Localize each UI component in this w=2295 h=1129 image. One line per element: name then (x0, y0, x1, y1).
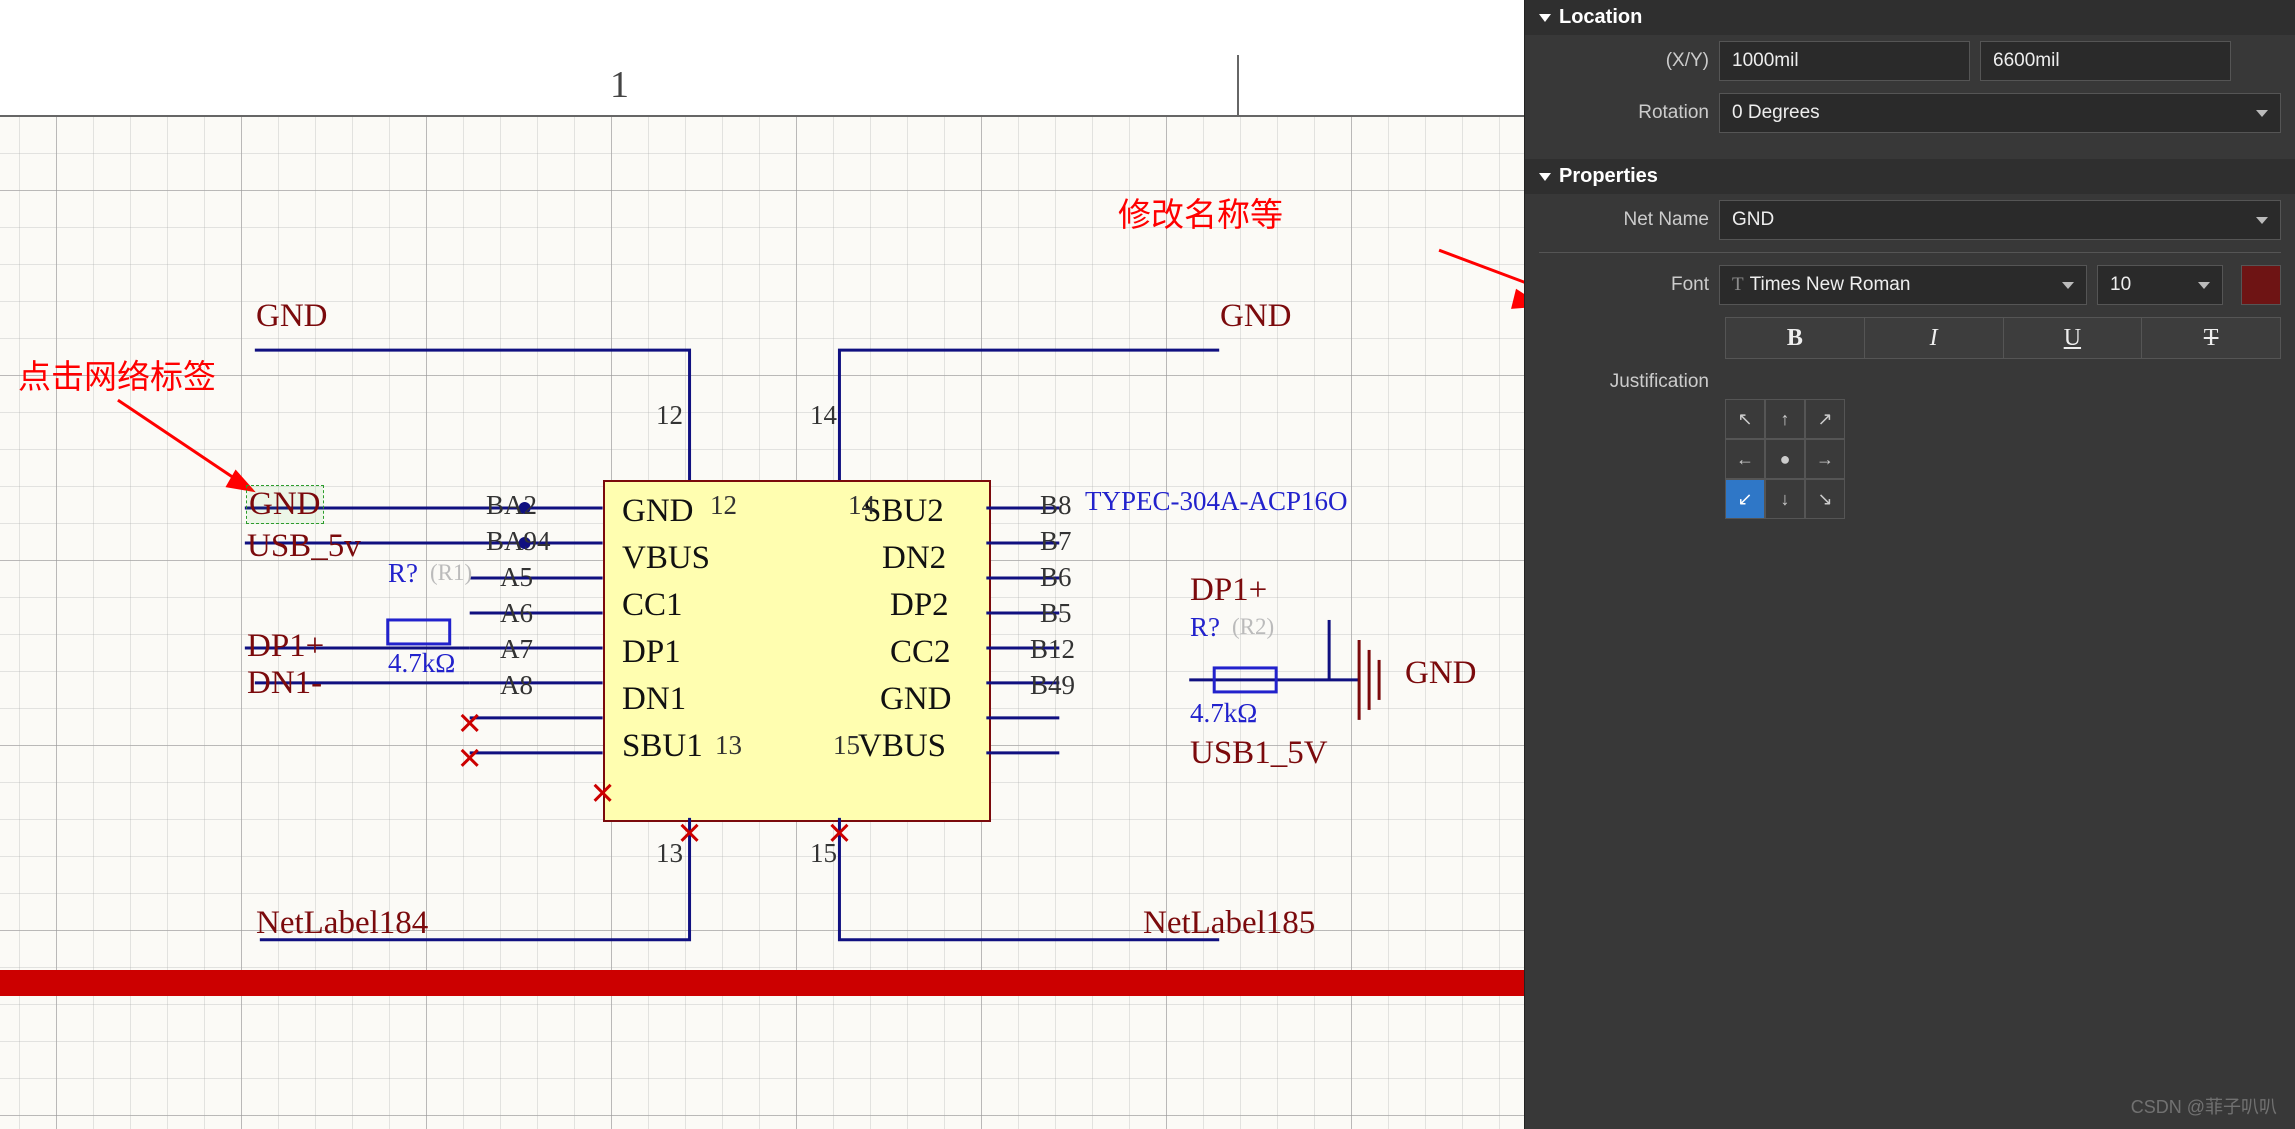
justify-bc[interactable]: ↓ (1765, 479, 1805, 519)
netlabel-185[interactable]: NetLabel185 (1143, 905, 1315, 942)
pin-top-14: 14 (810, 400, 837, 431)
annotation-click-label: 点击网络标签 (18, 350, 216, 398)
netlabel-gnd-sym[interactable]: GND (1405, 655, 1477, 692)
ic-pin-dp2: DP2 (890, 587, 949, 624)
justify-tc[interactable]: ↑ (1765, 399, 1805, 439)
pin-b6: B6 (1040, 562, 1072, 593)
watermark: CSDN @菲子叭叭 (2131, 1093, 2277, 1119)
netlabel-dp1-plus[interactable]: DP1+ (247, 628, 324, 665)
netlabel-dn1-minus[interactable]: DN1- (247, 665, 322, 702)
justify-ml[interactable]: ← (1725, 439, 1765, 479)
dropdown-font-size[interactable]: 10 (2097, 265, 2223, 305)
netlabel-usb1-5v[interactable]: USB1_5V (1190, 735, 1328, 772)
r2-alt: (R2) (1232, 614, 1274, 640)
justify-tl[interactable]: ↖ (1725, 399, 1765, 439)
inner-13: 13 (715, 730, 742, 761)
ic-pin-cc1: CC1 (622, 587, 683, 624)
ic-pin-gnd: GND (622, 493, 694, 530)
annotation-modify-name: 修改名称等 (1118, 188, 1283, 236)
netlabel-usb-5v[interactable]: USB_5v (247, 528, 361, 565)
underline-button[interactable]: U (2004, 317, 2143, 359)
input-x[interactable]: 1000mil (1719, 41, 1970, 81)
caret-down-icon (1539, 173, 1551, 181)
netlabel-dp1-plus-r[interactable]: DP1+ (1190, 572, 1267, 609)
pin-ba2: BA2 (486, 490, 537, 521)
pin-bot-15: 15 (810, 838, 837, 869)
justify-br[interactable]: ↘ (1805, 479, 1845, 519)
pin-b49: B49 (1030, 670, 1075, 701)
pin-b8: B8 (1040, 490, 1072, 521)
pin-b12: B12 (1030, 634, 1075, 665)
inner-15: 15 (833, 730, 860, 761)
ic-pin-dp1: DP1 (622, 634, 681, 671)
pin-top-12: 12 (656, 400, 683, 431)
font-icon: T (1732, 274, 1744, 295)
label-rotation: Rotation (1539, 102, 1709, 124)
ic-pin-cc2: CC2 (890, 634, 951, 671)
label-justification: Justification (1539, 371, 1709, 393)
format-button-row: B I U T (1725, 317, 2281, 359)
ic-pin-gnd-r: GND (880, 681, 952, 718)
italic-button[interactable]: I (1865, 317, 2004, 359)
sheet-border-bottom-bar (0, 970, 1524, 996)
divider (1539, 252, 2281, 253)
justify-bl[interactable]: ↙ (1725, 479, 1765, 519)
section-header-properties[interactable]: Properties (1525, 159, 2295, 194)
netlabel-184[interactable]: NetLabel184 (256, 905, 428, 942)
pin-a5: A5 (500, 562, 533, 593)
label-xy: (X/Y) (1539, 50, 1709, 72)
r2-ref[interactable]: R? (1190, 612, 1220, 643)
strike-button[interactable]: T (2142, 317, 2281, 359)
dropdown-font-family[interactable]: TTimes New Roman (1719, 265, 2087, 305)
label-font: Font (1539, 274, 1709, 296)
section-header-location[interactable]: Location (1525, 0, 2295, 35)
schematic-canvas[interactable]: 1 (0, 0, 1524, 1129)
input-y[interactable]: 6600mil (1980, 41, 2231, 81)
ic-pin-vbus-r: VBUS (858, 728, 946, 765)
caret-down-icon (1539, 14, 1551, 22)
ic-pin-dn2: DN2 (882, 540, 946, 577)
bold-button[interactable]: B (1725, 317, 1865, 359)
ic-pin-sbu2: SBU2 (863, 493, 944, 530)
justification-grid: ↖ ↑ ↗ ← ● → ↙ ↓ ↘ (1725, 399, 2295, 519)
pin-a7: A7 (500, 634, 533, 665)
netlabel-gnd-selected[interactable]: GND (247, 486, 323, 523)
inner-12: 12 (710, 490, 737, 521)
justify-mc[interactable]: ● (1765, 439, 1805, 479)
justify-mr[interactable]: → (1805, 439, 1845, 479)
ic-pin-sbu1: SBU1 (622, 728, 703, 765)
dropdown-netname[interactable]: GND (1719, 200, 2281, 240)
part-designator[interactable]: TYPEC-304A-ACP16O (1085, 486, 1348, 517)
inner-14: 14 (848, 490, 875, 521)
dropdown-rotation[interactable]: 0 Degrees (1719, 93, 2281, 133)
justify-tr[interactable]: ↗ (1805, 399, 1845, 439)
r1-value[interactable]: 4.7kΩ (388, 648, 455, 679)
pin-ba94: BA94 (486, 526, 551, 557)
ic-pin-dn1: DN1 (622, 681, 686, 718)
color-swatch[interactable] (2241, 265, 2281, 305)
pin-bot-13: 13 (656, 838, 683, 869)
schematic-wires (0, 0, 1524, 1129)
label-netname: Net Name (1539, 209, 1709, 231)
pin-b5: B5 (1040, 598, 1072, 629)
r1-ref[interactable]: R? (388, 558, 418, 589)
r2-value[interactable]: 4.7kΩ (1190, 698, 1257, 729)
pin-a8: A8 (500, 670, 533, 701)
pin-b7: B7 (1040, 526, 1072, 557)
pin-a6: A6 (500, 598, 533, 629)
netlabel-gnd-top-right[interactable]: GND (1220, 298, 1292, 335)
properties-panel: Location (X/Y) 1000mil 6600mil Rotation … (1524, 0, 2295, 1129)
r1-alt: (R1) (430, 560, 472, 586)
ic-pin-vbus: VBUS (622, 540, 710, 577)
netlabel-gnd-top-left[interactable]: GND (256, 298, 328, 335)
